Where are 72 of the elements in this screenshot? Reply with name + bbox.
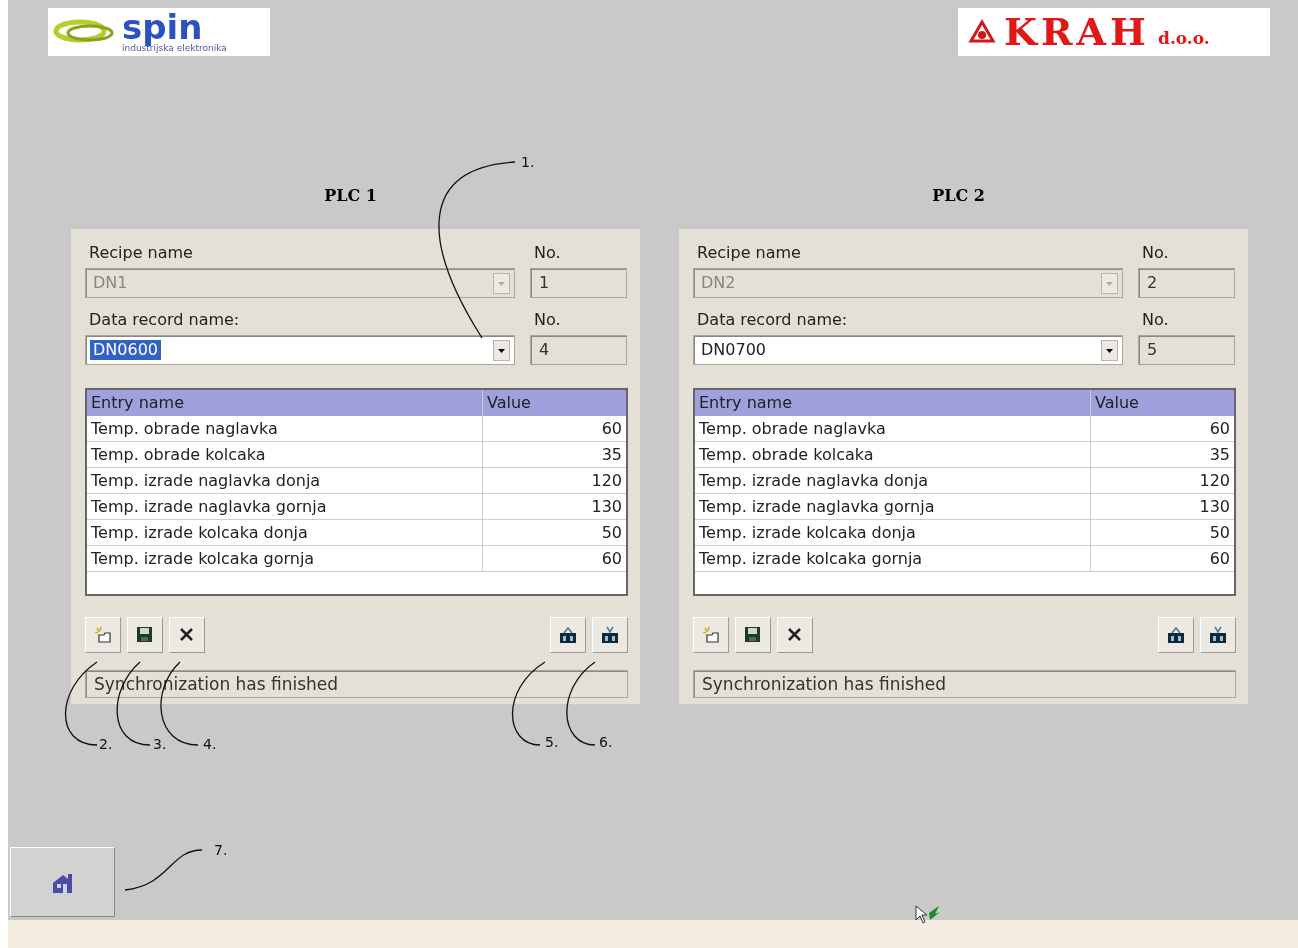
tool-button[interactable] — [1158, 617, 1194, 653]
number-field: 1 — [530, 268, 627, 298]
table-cell: Temp. izrade naglavka gornja — [695, 494, 1091, 519]
field-label: No. — [1141, 309, 1170, 331]
callout-number: 4. — [203, 736, 217, 752]
table-cell: Temp. izrade kolcaka donja — [87, 520, 483, 545]
logo-suffix: d.o.o. — [1158, 28, 1210, 48]
field-label: No. — [533, 309, 562, 331]
table-cell: Temp. izrade naglavka gornja — [87, 494, 483, 519]
column-header: Value — [486, 392, 532, 414]
table-cell-text: 130 — [590, 496, 623, 518]
number-field: 2 — [1138, 268, 1235, 298]
field-label: Data record name: — [696, 309, 849, 331]
home-button[interactable] — [10, 847, 115, 917]
number-field: 5 — [1138, 335, 1235, 365]
tool-button[interactable] — [550, 617, 586, 653]
logo-tagline: industrijska elektronika — [122, 43, 227, 53]
field-label: Recipe name — [88, 242, 194, 264]
tool-button[interactable] — [735, 617, 771, 653]
table-cell-text: 35 — [1208, 444, 1231, 466]
table-cell-text: 60 — [1208, 548, 1231, 570]
triangle-icon — [968, 19, 996, 45]
tool-button[interactable] — [169, 617, 205, 653]
callout-number: 7. — [214, 842, 228, 858]
table-cell-text: 60 — [600, 548, 623, 570]
callout-number: 3. — [153, 736, 167, 752]
table-cell: Temp. obrade kolcaka — [87, 442, 483, 467]
callout-number: 2. — [99, 736, 113, 752]
field-label: No. — [1141, 242, 1170, 264]
number-field: 4 — [530, 335, 627, 365]
status-field: Synchronization has finished — [693, 670, 1236, 698]
sparkle-folder-icon — [701, 625, 721, 645]
box-arrow-down-icon — [1208, 625, 1228, 645]
box-arrow-up-icon — [1166, 625, 1186, 645]
table-cell-text: 130 — [1198, 496, 1231, 518]
sparkle-folder-icon — [93, 625, 113, 645]
callout-number: 6. — [599, 734, 613, 750]
table-cell: Temp. izrade kolcaka gornja — [87, 546, 483, 571]
dropdown[interactable]: DN0700 — [693, 335, 1123, 365]
column-header: Entry name — [87, 390, 483, 416]
table-cell: Temp. izrade naglavka donja — [87, 468, 483, 493]
box-arrow-up-icon — [558, 625, 578, 645]
logo-name: KRAH — [1004, 10, 1150, 54]
field-label: Data record name: — [88, 309, 241, 331]
panel-title: PLC 1 — [324, 186, 377, 207]
callout-number: 5. — [545, 734, 559, 750]
table-cell-text: 60 — [1208, 418, 1231, 440]
table-cell: Temp. obrade kolcaka — [695, 442, 1091, 467]
table-cell: Temp. obrade naglavka — [695, 416, 1091, 441]
cursor-icon — [915, 905, 941, 924]
tool-button[interactable] — [1200, 617, 1236, 653]
table-cell: Temp. izrade kolcaka donja — [695, 520, 1091, 545]
field-label: No. — [533, 242, 562, 264]
field-label: Recipe name — [696, 242, 802, 264]
table-cell-text: 60 — [600, 418, 623, 440]
table-cell: Temp. izrade naglavka donja — [695, 468, 1091, 493]
callout-number: 1. — [521, 154, 535, 170]
box-arrow-down-icon — [600, 625, 620, 645]
tool-button[interactable] — [127, 617, 163, 653]
table-cell-text: 50 — [1208, 522, 1231, 544]
table-cell: Temp. obrade naglavka — [87, 416, 483, 441]
column-header: Value — [1094, 392, 1140, 414]
table-cell-text: 120 — [590, 470, 623, 492]
table-cell-text: 35 — [600, 444, 623, 466]
dropdown[interactable]: DN0600 — [85, 335, 515, 365]
table-cell-text: 120 — [1198, 470, 1231, 492]
tool-button[interactable] — [777, 617, 813, 653]
column-header: Entry name — [695, 390, 1091, 416]
panel-title: PLC 2 — [932, 186, 985, 207]
table-cell-text: 50 — [600, 522, 623, 544]
tool-button[interactable] — [592, 617, 628, 653]
table-cell: Temp. izrade kolcaka gornja — [695, 546, 1091, 571]
